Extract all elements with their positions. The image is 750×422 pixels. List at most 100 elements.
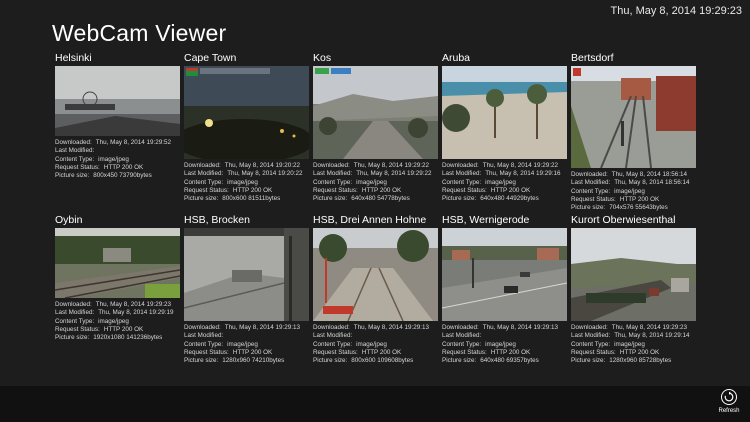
meta-label: Last Modified:: [55, 147, 95, 155]
request-status-value: HTTP 200 OK: [232, 186, 273, 194]
webcam-name: Helsinki: [55, 52, 92, 64]
request-status-value: HTTP 200 OK: [490, 348, 531, 356]
content-type-value: image/jpeg: [227, 340, 258, 348]
datetime: Thu, May 8, 2014 19:29:23: [610, 5, 742, 17]
downloaded-value: Thu, May 8, 2014 19:29:23: [95, 301, 172, 308]
webcam-image[interactable]: [313, 228, 438, 321]
picture-size-value: 640x480 54778bytes: [351, 195, 410, 203]
meta-label: Picture size:: [313, 357, 348, 365]
webcam-tile-hsb-drei-annen-hohne[interactable]: HSB, Drei Annen Hohne Downloaded: Thu, Ma…: [313, 213, 438, 365]
meta-label: Downloaded:: [313, 324, 350, 331]
webcam-name: Kurort Oberwiesenthal: [571, 214, 676, 226]
webcam-tile-helsinki[interactable]: Helsinki Downloaded: Thu, May 8, 2014 19:…: [55, 51, 180, 180]
webcam-image[interactable]: [442, 66, 567, 159]
meta-label: Last Modified:: [442, 170, 482, 178]
picture-size-value: 800x600 109608bytes: [351, 357, 414, 365]
meta-label: Content Type:: [313, 340, 353, 348]
meta-label: Request Status:: [184, 348, 229, 356]
webcam-name: Aruba: [442, 52, 471, 64]
request-status-value: HTTP 200 OK: [232, 348, 273, 356]
content-type-value: image/jpeg: [356, 340, 387, 348]
picture-size-value: 640x480 44929bytes: [480, 195, 539, 203]
webcam-image[interactable]: [571, 66, 696, 168]
webcam-tile-cape-town[interactable]: Cape Town Downloaded: Thu, May 8, 2014 19…: [184, 51, 309, 203]
meta-label: Content Type:: [313, 178, 353, 186]
meta-label: Content Type:: [442, 178, 482, 186]
downloaded-value: Thu, May 8, 2014 18:56:14: [611, 171, 688, 178]
webcam-image[interactable]: [55, 228, 180, 298]
webcam-tile-kurort-oberwiesenthal[interactable]: Kurort Oberwiesenthal Downloaded: Thu, Ma…: [571, 213, 696, 365]
meta-label: Last Modified:: [313, 170, 353, 178]
meta-label: Request Status:: [184, 186, 229, 194]
webcam-name: HSB, Brocken: [184, 214, 250, 226]
meta-label: Picture size:: [442, 195, 477, 203]
meta-label: Last Modified:: [313, 332, 353, 340]
last-modified-value: Thu, May 8, 2014 19:20:22: [227, 170, 303, 178]
meta-label: Request Status:: [442, 186, 487, 194]
meta-label: Request Status:: [442, 348, 487, 356]
picture-size-value: 640x480 69357bytes: [480, 357, 539, 365]
webcam-image[interactable]: [55, 66, 180, 136]
meta-label: Last Modified:: [571, 332, 611, 340]
picture-size-value: 800x450 73790bytes: [93, 172, 152, 180]
meta-label: Request Status:: [571, 195, 616, 203]
webcam-tile-hsb-brocken[interactable]: HSB, Brocken Downloaded: Thu, May 8, 2014…: [184, 213, 309, 365]
meta-label: Content Type:: [442, 340, 482, 348]
meta-label: Picture size:: [571, 204, 606, 212]
downloaded-value: Thu, May 8, 2014 19:29:23: [611, 324, 688, 331]
picture-size-value: 1920x1080 141236bytes: [93, 334, 163, 342]
last-modified-value: Thu, May 8, 2014 19:29:14: [614, 332, 690, 340]
webcam-image[interactable]: [571, 228, 696, 321]
meta-label: Downloaded:: [55, 139, 92, 146]
refresh-button[interactable]: Refresh: [718, 389, 740, 414]
meta-label: Downloaded:: [442, 162, 479, 169]
webcam-tile-kos[interactable]: Kos Downloaded: Thu, May 8, 2014 19:29:22…: [313, 51, 438, 203]
webcam-tile-hsb-wernigerode[interactable]: HSB, Wernigerode Downloaded: Thu, May 8, …: [442, 213, 567, 365]
webcam-name: Bertsdorf: [571, 52, 614, 64]
meta-label: Downloaded:: [313, 162, 350, 169]
downloaded-value: Thu, May 8, 2014 19:29:13: [482, 324, 559, 331]
meta-label: Picture size:: [184, 357, 219, 365]
meta-label: Last Modified:: [442, 332, 482, 340]
meta-label: Last Modified:: [184, 170, 224, 178]
meta-label: Picture size:: [55, 334, 90, 342]
webcam-tile-bertsdorf[interactable]: Bertsdorf Downloaded: Thu, May 8, 2014 18…: [571, 51, 696, 212]
webcam-image[interactable]: [442, 228, 567, 321]
meta-label: Content Type:: [55, 317, 95, 325]
request-status-value: HTTP 200 OK: [103, 325, 144, 333]
meta-label: Downloaded:: [184, 162, 221, 169]
meta-label: Last Modified:: [55, 309, 95, 317]
meta-label: Content Type:: [571, 187, 611, 195]
meta-label: Picture size:: [313, 195, 348, 203]
webcam-image[interactable]: [184, 66, 309, 159]
meta-label: Picture size:: [184, 195, 219, 203]
last-modified-value: Thu, May 8, 2014 18:56:14: [614, 179, 690, 187]
webcam-image[interactable]: [184, 228, 309, 321]
content-type-value: image/jpeg: [356, 178, 387, 186]
webcam-name: HSB, Drei Annen Hohne: [313, 214, 427, 226]
meta-label: Content Type:: [571, 340, 611, 348]
webcam-tile-oybin[interactable]: Oybin Downloaded: Thu, May 8, 2014 19:29:…: [55, 213, 180, 342]
request-status-value: HTTP 200 OK: [361, 186, 402, 194]
webcam-tile-aruba[interactable]: Aruba Downloaded: Thu, May 8, 2014 19:29:…: [442, 51, 567, 203]
content-type-value: image/jpeg: [485, 178, 516, 186]
webcam-name: Kos: [313, 52, 332, 64]
request-status-value: HTTP 200 OK: [619, 195, 660, 203]
last-modified-value: Thu, May 8, 2014 19:29:16: [485, 170, 561, 178]
refresh-icon[interactable]: [721, 389, 737, 405]
webcam-image[interactable]: [313, 66, 438, 159]
downloaded-value: Thu, May 8, 2014 19:29:13: [224, 324, 301, 331]
meta-label: Picture size:: [55, 172, 90, 180]
picture-size-value: 800x600 81511bytes: [222, 195, 281, 203]
last-modified-value: Thu, May 8, 2014 19:29:19: [98, 309, 174, 317]
content-type-value: image/jpeg: [98, 155, 129, 163]
refresh-label: Refresh: [718, 408, 740, 414]
meta-label: Downloaded:: [184, 324, 221, 331]
downloaded-value: Thu, May 8, 2014 19:29:52: [95, 139, 172, 146]
downloaded-value: Thu, May 8, 2014 19:29:13: [353, 324, 430, 331]
meta-label: Last Modified:: [184, 332, 224, 340]
downloaded-value: Thu, May 8, 2014 19:29:22: [353, 162, 430, 169]
last-modified-value: Thu, May 8, 2014 19:29:22: [356, 170, 432, 178]
content-type-value: image/jpeg: [614, 340, 645, 348]
meta-label: Content Type:: [184, 178, 224, 186]
